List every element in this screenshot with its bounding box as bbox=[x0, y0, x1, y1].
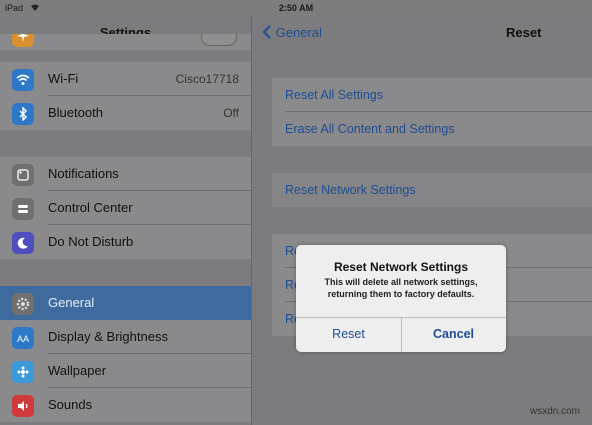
page-title: Reset bbox=[506, 25, 542, 40]
alert-message: This will delete all network settings, r… bbox=[324, 277, 478, 299]
sidebar-item-wallpaper[interactable]: Wallpaper bbox=[0, 354, 251, 388]
back-label: General bbox=[275, 25, 322, 40]
alert-title: Reset Network Settings bbox=[333, 260, 469, 274]
bluetooth-icon bbox=[12, 103, 34, 125]
sidebar-item-label: Do Not Disturb bbox=[48, 234, 134, 249]
sidebar-item-display-brightness[interactable]: AA Display & Brightness bbox=[0, 320, 251, 354]
sidebar-item-general[interactable]: General bbox=[0, 286, 251, 320]
sidebar-item-control-center[interactable]: Control Center bbox=[0, 191, 251, 225]
cell-label: Reset All Settings bbox=[285, 88, 383, 102]
settings-sidebar: Settings Wi-Fi Cisco17718 Bluetooth Off bbox=[0, 16, 252, 425]
moon-icon bbox=[12, 232, 34, 254]
watermark: wsxdn.com bbox=[529, 406, 580, 417]
sidebar-item-label: Notifications bbox=[48, 166, 119, 181]
airplane-icon bbox=[12, 34, 34, 47]
notifications-icon bbox=[12, 164, 34, 186]
erase-all-content-button[interactable]: Erase All Content and Settings bbox=[272, 112, 592, 146]
alert-cancel-button[interactable]: Cancel bbox=[401, 317, 506, 352]
gear-icon bbox=[12, 293, 34, 315]
sidebar-item-wifi[interactable]: Wi-Fi Cisco17718 bbox=[0, 62, 251, 96]
sidebar-item-label: Control Center bbox=[48, 200, 133, 215]
status-time: 2:50 AM bbox=[278, 3, 314, 13]
sidebar-item-bluetooth[interactable]: Bluetooth Off bbox=[0, 96, 251, 130]
bluetooth-status-value: Off bbox=[223, 106, 239, 120]
svg-text:AA: AA bbox=[17, 334, 29, 344]
sidebar-item-do-not-disturb[interactable]: Do Not Disturb bbox=[0, 225, 251, 259]
sidebar-item-label: Sounds bbox=[48, 397, 93, 412]
sidebar-item-label: Wallpaper bbox=[48, 363, 107, 378]
sidebar-item-label: Bluetooth bbox=[48, 105, 103, 120]
sidebar-item-sounds[interactable]: Sounds bbox=[0, 388, 251, 422]
cell-label: Reset Network Settings bbox=[285, 183, 416, 197]
wifi-icon bbox=[12, 69, 34, 91]
navigation-bar: General Reset bbox=[252, 16, 592, 50]
wifi-network-value: Cisco17718 bbox=[175, 72, 239, 86]
wallpaper-icon bbox=[12, 361, 34, 383]
reset-network-alert: Reset Network Settings This will delete … bbox=[296, 245, 506, 352]
reset-network-settings-button[interactable]: Reset Network Settings bbox=[272, 173, 592, 207]
sound-icon bbox=[12, 395, 34, 417]
sidebar-item-label: Display & Brightness bbox=[48, 329, 168, 344]
reset-all-settings-button[interactable]: Reset All Settings bbox=[272, 78, 592, 112]
alert-reset-button[interactable]: Reset bbox=[296, 317, 401, 352]
back-button[interactable]: General bbox=[262, 16, 322, 50]
reset-detail-pane: General Reset Reset All Settings Erase A… bbox=[252, 16, 592, 425]
control-center-icon bbox=[12, 198, 34, 220]
airplane-toggle[interactable] bbox=[201, 34, 237, 46]
sidebar-item-label: Wi-Fi bbox=[48, 71, 79, 86]
chevron-left-icon bbox=[262, 25, 271, 39]
screen: iPad 2:50 AM Settings Wi-Fi Cisco17718 B… bbox=[0, 0, 592, 425]
display-icon: AA bbox=[12, 327, 34, 349]
sidebar-item-notifications[interactable]: Notifications bbox=[0, 157, 251, 191]
status-bar: iPad 2:50 AM bbox=[0, 0, 592, 16]
sidebar-item-label: General bbox=[48, 295, 95, 310]
sidebar-item-airplane-mode[interactable] bbox=[0, 34, 251, 50]
cell-label: Erase All Content and Settings bbox=[285, 122, 455, 136]
